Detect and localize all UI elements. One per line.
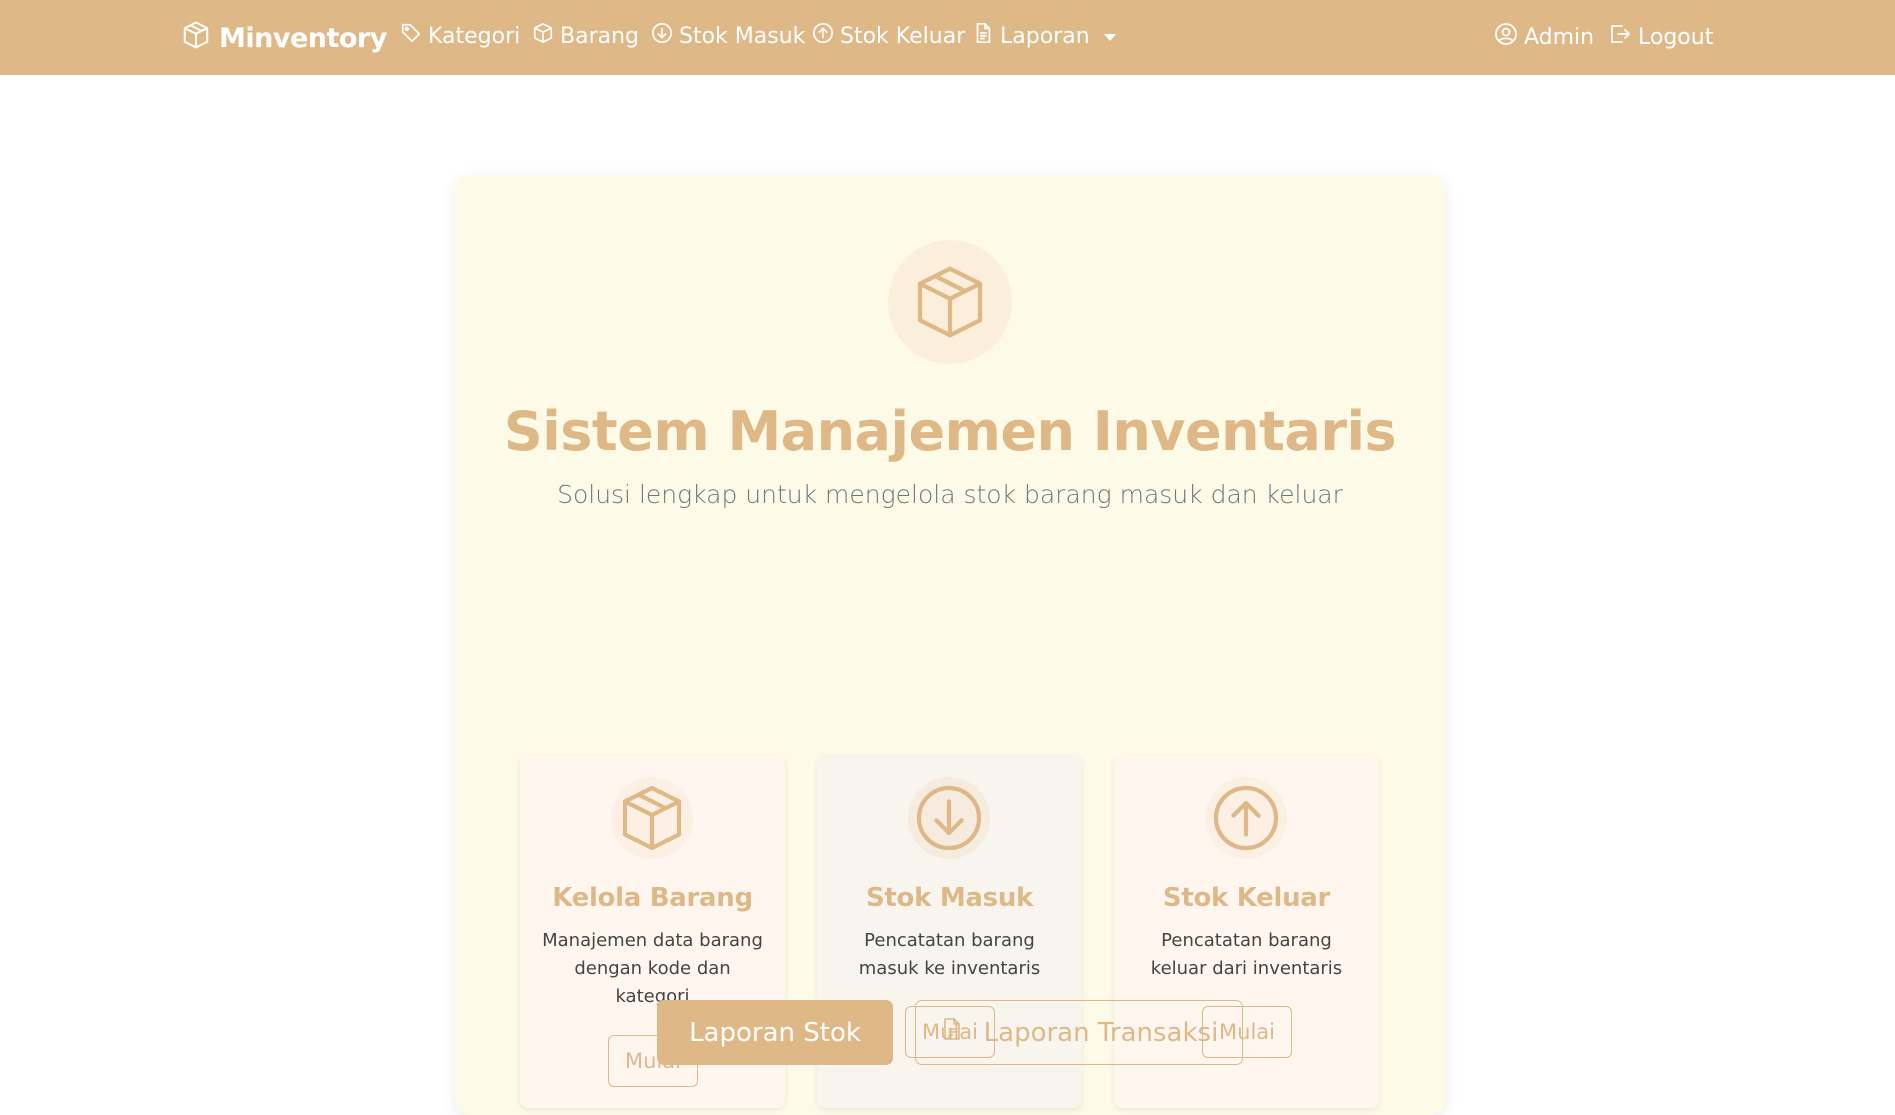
nav-item-admin[interactable]: Admin bbox=[1494, 22, 1594, 52]
nav-item-label: Laporan bbox=[1000, 23, 1090, 49]
nav-item-label: Stok Masuk bbox=[679, 23, 806, 49]
feature-title: Kelola Barang bbox=[552, 883, 753, 913]
brand-name: Minventory bbox=[219, 23, 387, 54]
nav-item-stok-masuk[interactable]: Stok Masuk bbox=[651, 22, 805, 50]
person-circle-icon bbox=[1494, 22, 1524, 52]
nav-item-barang[interactable]: Barang bbox=[532, 22, 639, 50]
document-icon bbox=[972, 22, 1000, 50]
feature-title: Stok Masuk bbox=[865, 883, 1034, 913]
feature-title: Stok Keluar bbox=[1162, 883, 1331, 913]
navbar: Minventory Kategori Barang Stok Masuk St… bbox=[0, 0, 1895, 75]
nav-item-label: Logout bbox=[1638, 24, 1714, 50]
feature-description: Manajemen data barang dengan kode dan ka… bbox=[542, 930, 763, 1007]
tag-icon bbox=[400, 22, 428, 50]
nav-item-label: Kategori bbox=[428, 23, 521, 49]
box-icon bbox=[611, 777, 693, 859]
nav-item-laporan[interactable]: Laporan bbox=[972, 22, 1116, 50]
nav-item-stok-keluar[interactable]: Stok Keluar bbox=[812, 22, 965, 50]
nav-item-kategori[interactable]: Kategori bbox=[400, 22, 520, 50]
nav-item-label: Barang bbox=[560, 23, 640, 49]
stock-report-button[interactable]: Laporan Stok bbox=[657, 1000, 893, 1065]
box-icon bbox=[532, 22, 560, 50]
button-label: Laporan Transaksi bbox=[983, 1017, 1219, 1048]
chevron-down-icon bbox=[1103, 33, 1116, 41]
feature-description: Pencatatan barang masuk ke inventaris bbox=[858, 930, 1041, 979]
logout-link[interactable]: Logout bbox=[1608, 22, 1713, 52]
nav-item-label: Admin bbox=[1524, 24, 1595, 50]
arrow-down-circle-icon bbox=[651, 22, 679, 50]
box-icon bbox=[888, 240, 1012, 364]
button-label: Laporan Stok bbox=[689, 1017, 861, 1048]
page-subtitle: Solusi lengkap untuk mengelola stok bara… bbox=[557, 480, 1343, 509]
page-title: Sistem Manajemen Inventaris bbox=[503, 400, 1397, 463]
logout-icon bbox=[1608, 22, 1638, 52]
box-icon bbox=[181, 20, 219, 57]
brand-link[interactable]: Minventory bbox=[181, 20, 387, 57]
document-icon bbox=[940, 1015, 984, 1050]
transaction-report-button[interactable]: Laporan Transaksi bbox=[915, 1000, 1243, 1065]
arrow-down-circle-icon bbox=[908, 777, 990, 859]
arrow-up-circle-icon bbox=[1205, 777, 1287, 859]
arrow-up-circle-icon bbox=[812, 22, 840, 50]
hero-card: Sistem Manajemen Inventaris Solusi lengk… bbox=[455, 175, 1445, 1115]
nav-item-label: Stok Keluar bbox=[840, 23, 966, 49]
feature-description: Pencatatan barang keluar dari inventaris bbox=[1150, 930, 1343, 979]
